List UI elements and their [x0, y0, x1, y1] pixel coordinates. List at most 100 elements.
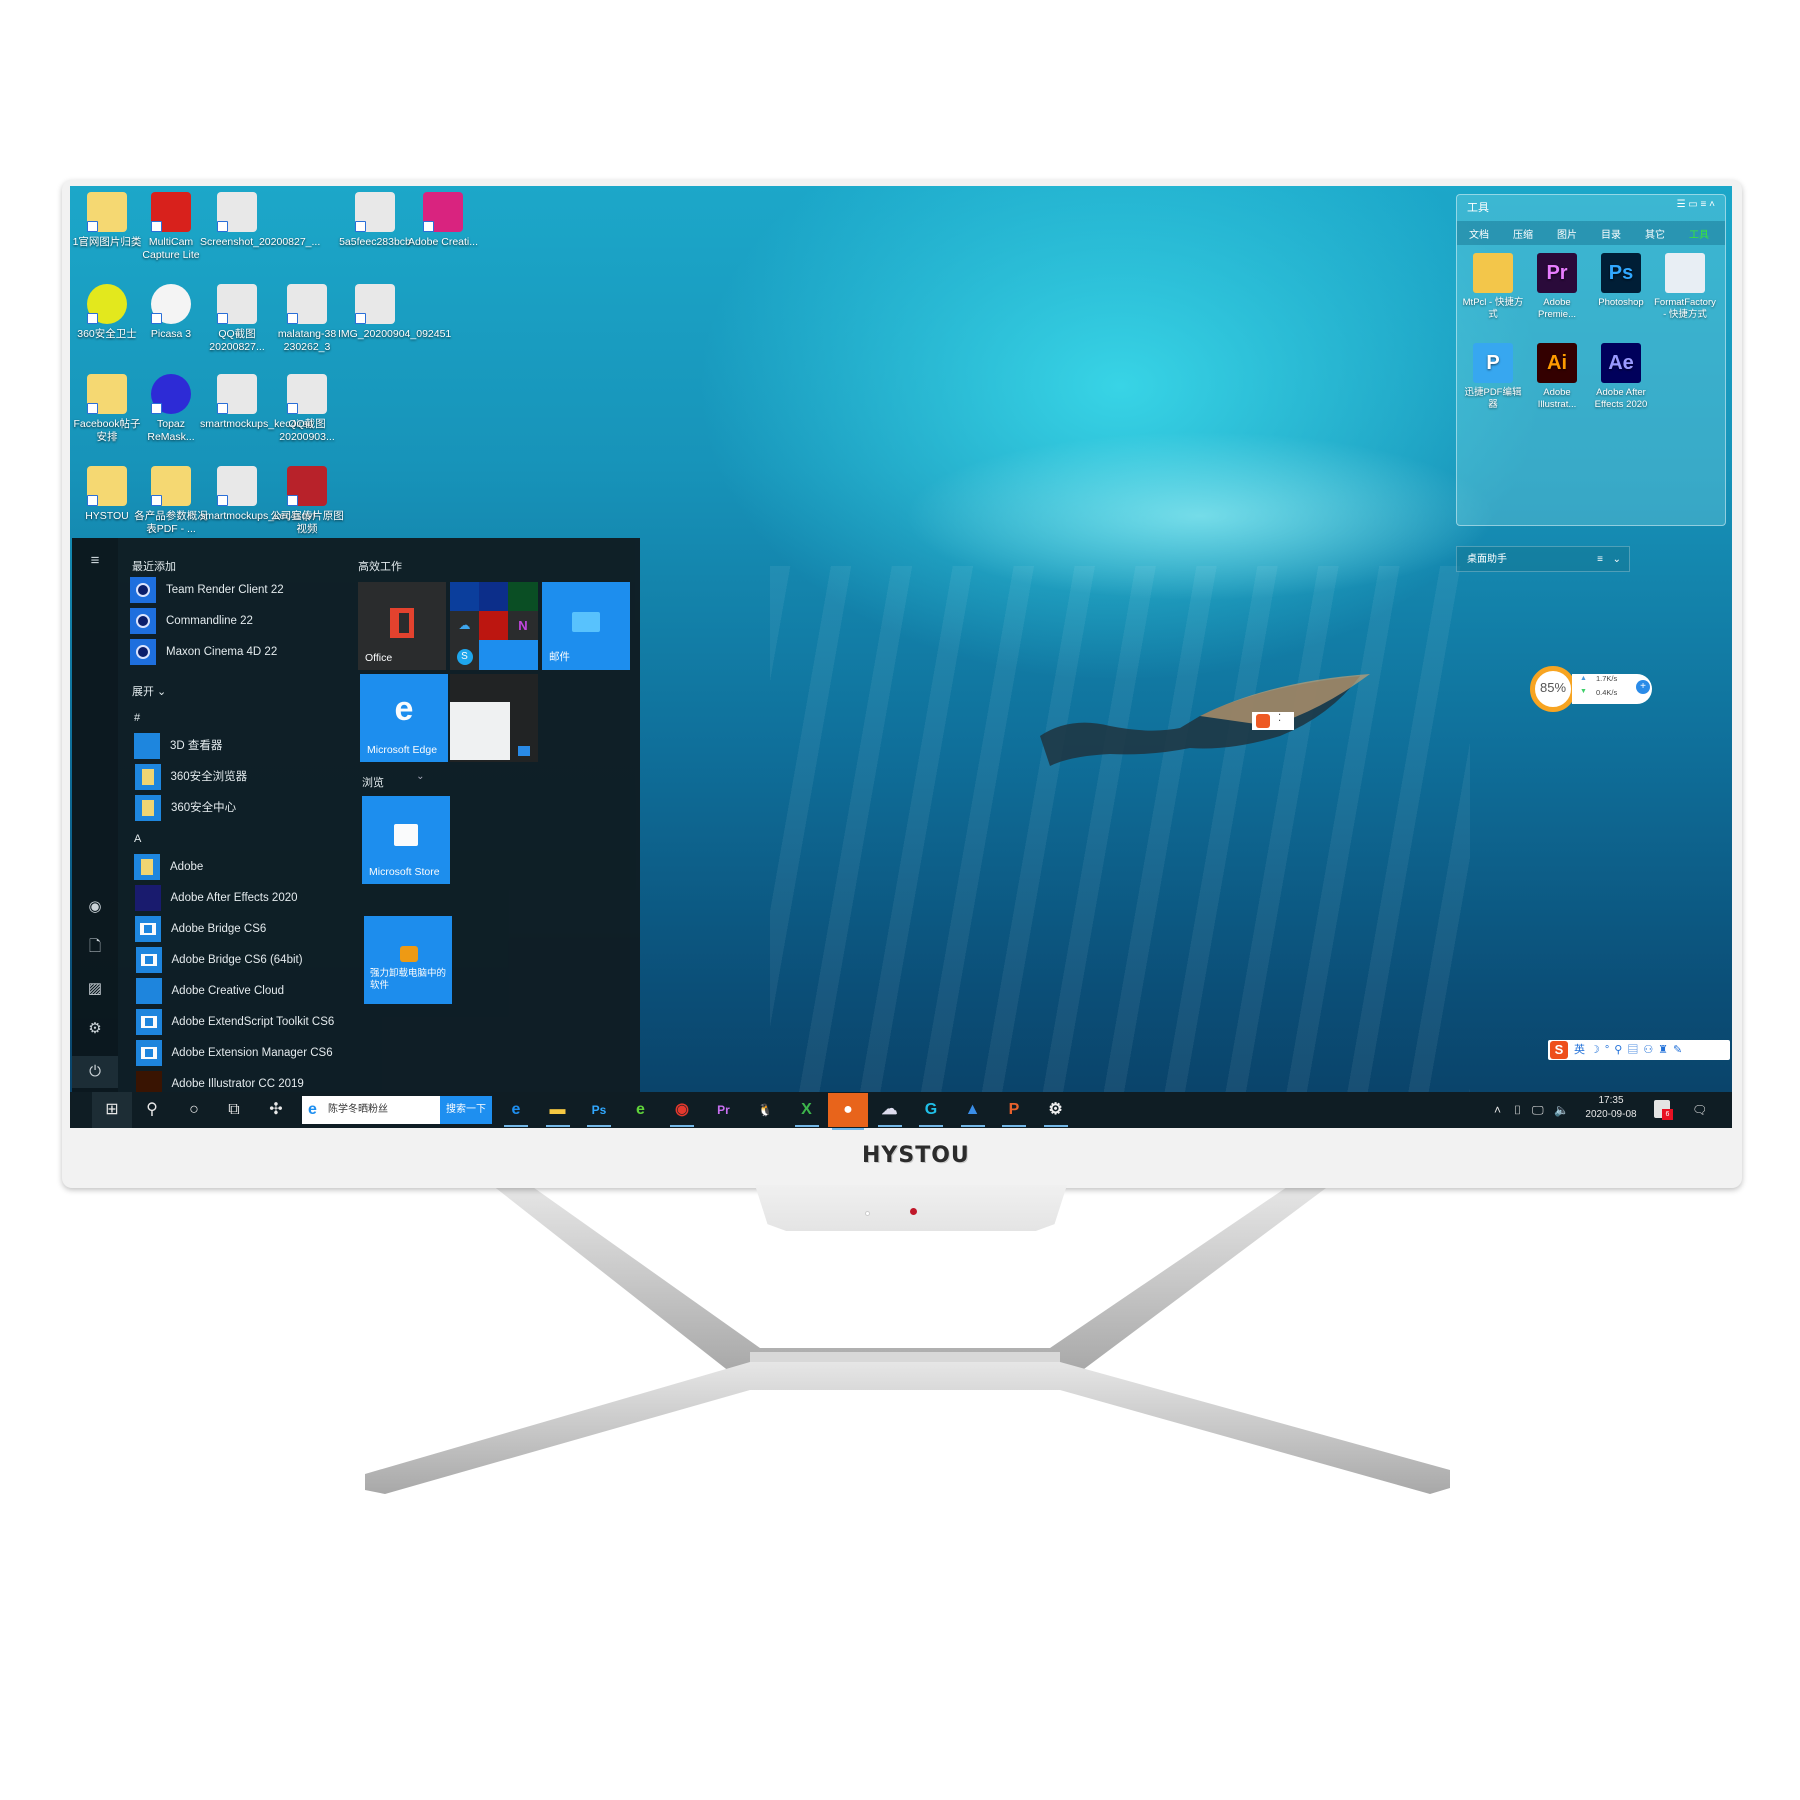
- upload-speed: 1.7K/s: [1596, 674, 1618, 683]
- usb-icon[interactable]: ⌷: [1514, 1096, 1521, 1124]
- toolbox-tab[interactable]: 压缩: [1513, 226, 1533, 241]
- cortana-icon[interactable]: ○: [178, 1096, 210, 1124]
- fan-app-icon[interactable]: ✣: [260, 1096, 292, 1124]
- settings-icon[interactable]: ⚙: [84, 1018, 106, 1040]
- desktop-icon[interactable]: 360安全卫士: [70, 284, 144, 341]
- network-icon[interactable]: 🖵: [1532, 1096, 1544, 1124]
- edge-icon[interactable]: e: [500, 1096, 532, 1127]
- desktop-icon-label: 5a5feec283bcb: [339, 236, 411, 248]
- shortcut-arrow-icon: [151, 495, 162, 506]
- desktop-icon-label: Picasa 3: [150, 328, 192, 340]
- toolbox-tab[interactable]: 图片: [1557, 226, 1577, 241]
- photoshop-icon[interactable]: Ps: [583, 1096, 615, 1127]
- toolbox-app-icon[interactable]: Ps Photoshop: [1589, 253, 1653, 309]
- menu-icon[interactable]: ≡: [1597, 547, 1603, 573]
- toolbox-tab[interactable]: 目录: [1601, 226, 1621, 241]
- desktop-icon[interactable]: 各产品参数概况表PDF - ...: [134, 466, 208, 536]
- excel-icon[interactable]: X: [791, 1096, 823, 1127]
- taskbar-clock[interactable]: 17:35 2020-09-08: [1576, 1094, 1646, 1122]
- search-icon[interactable]: ⚲: [136, 1096, 168, 1124]
- desktop-icon[interactable]: 1官网图片归类: [70, 192, 144, 249]
- toolbox-tab[interactable]: 工具: [1689, 226, 1709, 241]
- toolbox-controls-icon[interactable]: ☰ ▭ ≡ ˄: [1677, 199, 1715, 210]
- chrome-icon[interactable]: ◉: [666, 1096, 698, 1127]
- file-explorer-icon[interactable]: ▬: [542, 1096, 574, 1127]
- chevron-down-icon[interactable]: ⌄: [416, 763, 424, 791]
- shortcut-arrow-icon: [287, 403, 298, 414]
- toolbox-tab[interactable]: 其它: [1645, 226, 1665, 241]
- folder-icon: [135, 795, 161, 821]
- desktop-icon[interactable]: 5a5feec283bcb: [338, 192, 412, 249]
- power-icon[interactable]: ⏻: [72, 1056, 118, 1088]
- hystou-app-icon[interactable]: ●: [828, 1093, 868, 1130]
- network-speed-widget[interactable]: 85% ▲ 1.7K/s ▼ 0.4K/s +: [1530, 666, 1654, 712]
- start-app-item[interactable]: Adobe Extension Manager CS6: [135, 1039, 426, 1067]
- toolbox-app-icon[interactable]: FormatFactory - 快捷方式: [1653, 253, 1717, 321]
- toolbox-app-icon[interactable]: Pr Adobe Premie...: [1525, 253, 1589, 321]
- illustrator-icon: Ai: [1537, 343, 1577, 383]
- action-center-icon[interactable]: 🗨: [1692, 1096, 1707, 1124]
- desktop-icon[interactable]: QQ截图20200827...: [200, 284, 274, 354]
- expand-toggle[interactable]: 展开 ⌄: [132, 683, 166, 699]
- start-button-windows-icon[interactable]: ⊞: [92, 1092, 132, 1128]
- desktop-assistant-bar[interactable]: 桌面助手 ≡ ⌄: [1456, 546, 1630, 572]
- folder-icon: [87, 192, 127, 232]
- desktop-icon[interactable]: IMG_20200904_092451: [338, 284, 451, 341]
- 360-browser-icon[interactable]: e: [625, 1096, 657, 1124]
- tile-folder-group[interactable]: ☁ N S: [450, 582, 538, 670]
- onedrive-icon: ☁: [450, 611, 479, 640]
- desktop-icon[interactable]: Picasa 3: [134, 284, 208, 341]
- chevron-down-icon[interactable]: ⌄: [1613, 547, 1621, 573]
- shortcut-arrow-icon: [287, 495, 298, 506]
- toolbox-app-icon[interactable]: MtPcl - 快捷方式: [1461, 253, 1525, 321]
- volume-icon[interactable]: 🔈: [1554, 1096, 1569, 1124]
- desktop-icon[interactable]: 公司宣传片原图视频: [270, 466, 344, 536]
- photos-icon[interactable]: ▲: [957, 1096, 989, 1127]
- desktop-icon[interactable]: QQ截图20200903...: [270, 374, 344, 444]
- ime-toolbar[interactable]: S 英☽°⚲▤⚇♜✎: [1548, 1040, 1730, 1060]
- notification-app-icon[interactable]: 6: [1654, 1100, 1673, 1120]
- sogou-floating-icon[interactable]: ⁚: [1252, 712, 1294, 730]
- task-view-icon[interactable]: ⧉: [218, 1096, 250, 1124]
- desktop-icon[interactable]: smartmockups_kec4sqvf: [200, 466, 316, 523]
- grammarly-icon[interactable]: G: [915, 1096, 947, 1127]
- tile-mail[interactable]: 邮件: [542, 582, 630, 670]
- premiere-icon[interactable]: Pr: [708, 1096, 740, 1124]
- accelerate-icon[interactable]: +: [1636, 680, 1650, 694]
- desktop-icon[interactable]: Facebook帖子安排: [70, 374, 144, 444]
- start-app-item[interactable]: Adobe After Effects 2020: [134, 884, 425, 912]
- tile-office[interactable]: Office: [358, 582, 446, 670]
- pictures-icon[interactable]: ▨: [84, 978, 106, 1000]
- tile-microsoft-edge[interactable]: e Microsoft Edge: [360, 674, 448, 762]
- desktop-icon[interactable]: Adobe Creati...: [406, 192, 480, 249]
- desktop-icon[interactable]: Topaz ReMask...: [134, 374, 208, 444]
- toolbox-app-icon[interactable]: Ai Adobe Illustrat...: [1525, 343, 1589, 411]
- desktop-icon[interactable]: HYSTOU: [70, 466, 144, 523]
- cloud-app-icon[interactable]: ☁: [874, 1096, 906, 1127]
- tile-live-preview[interactable]: [450, 674, 538, 762]
- office-icon: [390, 608, 414, 638]
- desktop-icon[interactable]: smartmockups_kec4irs4: [200, 374, 313, 431]
- desktop-icon-label: 1官网图片归类: [72, 236, 142, 248]
- ime-tools-icon[interactable]: 英☽°⚲▤⚇♜✎: [1574, 1041, 1687, 1057]
- settings-icon[interactable]: ⚙: [1040, 1096, 1072, 1127]
- documents-icon[interactable]: 🗋: [84, 936, 106, 958]
- toolbox-app-icon[interactable]: Ae Adobe After Effects 2020: [1589, 343, 1653, 411]
- app-group-letter[interactable]: A: [134, 833, 141, 845]
- search-submit-button[interactable]: 搜索一下: [440, 1096, 492, 1124]
- desktop-icon[interactable]: Screenshot_20200827_...: [200, 192, 320, 249]
- multicam-icon: [151, 192, 191, 232]
- qq-icon[interactable]: 🐧: [749, 1096, 781, 1124]
- toolbox-tab[interactable]: 文档: [1469, 226, 1489, 241]
- desktop-icon[interactable]: malatang-38 230262_3: [270, 284, 344, 354]
- tile-microsoft-store[interactable]: Microsoft Store: [362, 796, 450, 884]
- desktop-icon[interactable]: MultiCam Capture Lite: [134, 192, 208, 262]
- user-avatar-icon[interactable]: ◉: [84, 896, 106, 918]
- start-app-item[interactable]: Adobe ExtendScript Toolkit CS6: [135, 1008, 426, 1036]
- tray-overflow-chevron-icon[interactable]: ˄: [1494, 1096, 1501, 1124]
- powerpoint-icon[interactable]: P: [998, 1096, 1030, 1127]
- tile-uninstall-software[interactable]: 强力卸载电脑中的软件: [364, 916, 452, 1004]
- app-group-letter[interactable]: #: [134, 712, 140, 724]
- hamburger-menu-icon[interactable]: ≡: [84, 550, 106, 572]
- toolbox-app-icon[interactable]: P 迅捷PDF编辑器: [1461, 343, 1525, 411]
